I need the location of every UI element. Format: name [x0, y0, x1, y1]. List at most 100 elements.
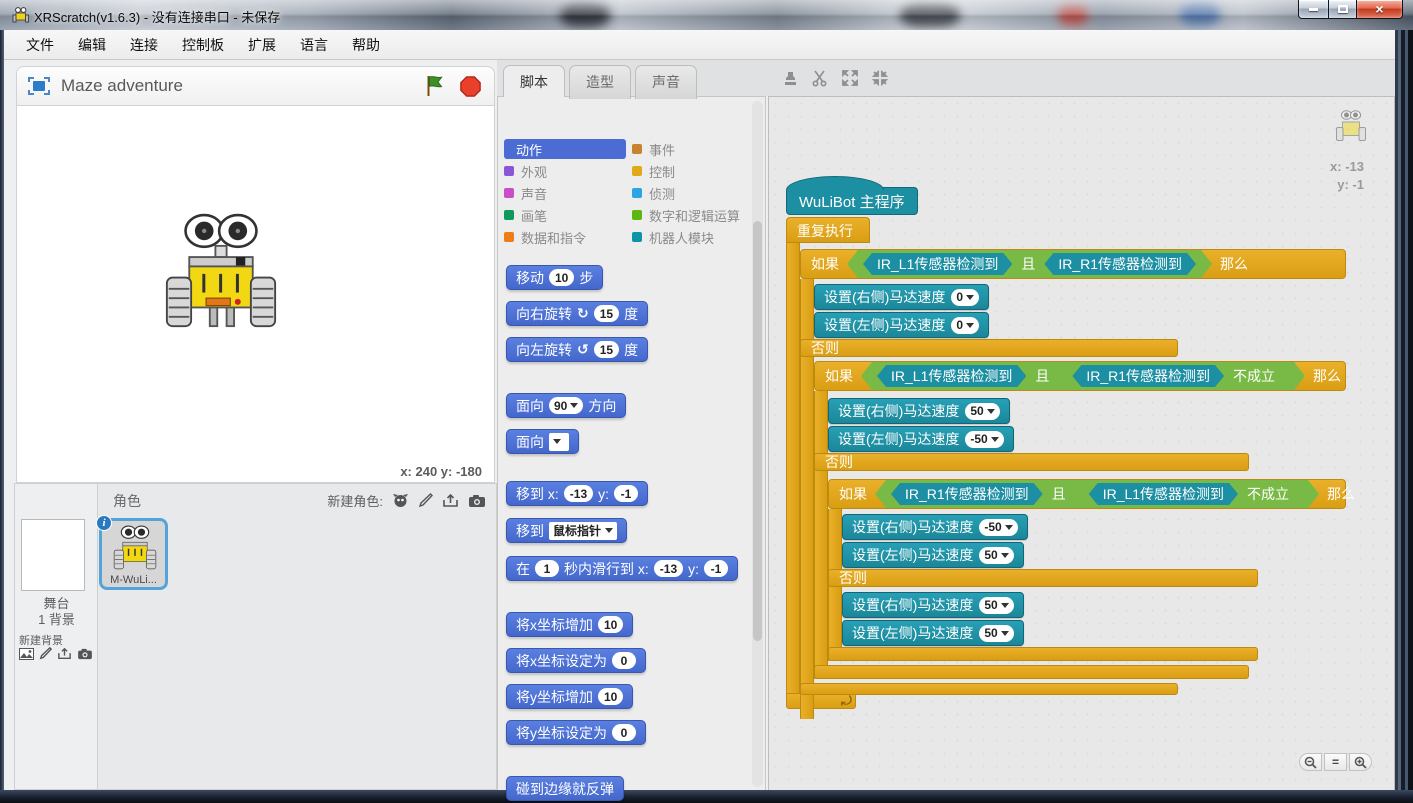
stage[interactable] — [16, 106, 495, 462]
category-pen[interactable]: 画笔 — [504, 205, 547, 225]
and-operator[interactable]: IR_L1传感器检测到 且 IR_R1传感器检测到 不成立 — [861, 362, 1305, 390]
turn-ccw-icon: ↺ — [577, 341, 589, 358]
goto-target-dropdown[interactable]: 鼠标指针 — [549, 522, 617, 540]
new-sprite-library-icon[interactable] — [392, 493, 409, 508]
stage-sprite-robot[interactable] — [165, 212, 277, 332]
and-operator[interactable]: IR_R1传感器检测到 且 IR_L1传感器检测到 不成立 — [875, 480, 1319, 508]
not-operator[interactable]: IR_L1传感器检测到 不成立 — [1075, 482, 1303, 506]
fullscreen-icon[interactable] — [27, 76, 51, 96]
speed-dropdown[interactable]: 50 — [979, 625, 1013, 642]
camera-sprite-icon[interactable] — [468, 494, 486, 508]
category-control[interactable]: 控制 — [632, 161, 675, 181]
palette-scrollbar[interactable] — [752, 101, 763, 787]
block-turn-left[interactable]: 向左旋转↺ 15度 — [506, 337, 648, 362]
paint-sprite-icon[interactable] — [418, 493, 433, 508]
speed-dropdown[interactable]: -50 — [965, 431, 1003, 448]
sprite-item-selected[interactable]: i M-WuLi... — [99, 518, 168, 590]
speed-dropdown[interactable]: 0 — [951, 289, 979, 306]
sensor-ir-l1[interactable]: IR_L1传感器检测到 — [863, 253, 1012, 275]
stage-thumbnail[interactable] — [21, 519, 85, 591]
sensor-ir-r1[interactable]: IR_R1传感器检测到 — [891, 483, 1043, 505]
sensor-ir-l1[interactable]: IR_L1传感器检测到 — [1089, 483, 1238, 505]
palette-scrollbar-thumb[interactable] — [753, 221, 762, 641]
sensor-ir-r1[interactable]: IR_R1传感器检测到 — [1044, 253, 1196, 275]
category-events[interactable]: 事件 — [632, 139, 675, 159]
backdrop-library-icon[interactable] — [19, 648, 34, 660]
category-data[interactable]: 数据和指令 — [504, 227, 586, 247]
hat-block-main-program[interactable]: WuLiBot 主程序 — [786, 187, 918, 215]
upload-sprite-icon[interactable] — [442, 493, 459, 508]
zoom-reset-button[interactable]: = — [1324, 753, 1347, 771]
set-left-motor-block[interactable]: 设置(左侧)马达速度 50 — [842, 620, 1024, 646]
set-left-motor-block[interactable]: 设置(左侧)马达速度 -50 — [828, 426, 1014, 452]
speed-dropdown[interactable]: -50 — [979, 519, 1017, 536]
if-block-1[interactable]: 如果 IR_L1传感器检测到 且 IR_R1传感器检测到 那么 — [800, 249, 1346, 279]
forever-block[interactable]: 重复执行 — [786, 217, 870, 243]
grow-icon[interactable] — [840, 68, 860, 88]
set-right-motor-block[interactable]: 设置(右侧)马达速度 50 — [842, 592, 1024, 618]
category-sound[interactable]: 声音 — [504, 183, 547, 203]
target-dropdown[interactable] — [549, 433, 569, 451]
zoom-controls: = — [1299, 753, 1372, 771]
speed-dropdown[interactable]: 50 — [979, 547, 1013, 564]
block-change-y[interactable]: 将y坐标增加10 — [506, 684, 633, 709]
block-bounce-on-edge[interactable]: 碰到边缘就反弹 — [506, 776, 624, 801]
scripts-pane[interactable]: x: -13 y: -1 WuLiBot 主程序 重复执行 ⤾ 如果 IR_L1… — [768, 96, 1395, 790]
set-right-motor-block[interactable]: 设置(右侧)马达速度 50 — [828, 398, 1010, 424]
menu-edit[interactable]: 编辑 — [68, 32, 116, 58]
shrink-icon[interactable] — [870, 68, 890, 88]
tab-sounds[interactable]: 声音 — [635, 65, 697, 99]
menu-language[interactable]: 语言 — [290, 32, 338, 58]
upload-backdrop-icon[interactable] — [57, 647, 72, 660]
tab-scripts[interactable]: 脚本 — [503, 65, 565, 97]
menu-extensions[interactable]: 扩展 — [238, 32, 286, 58]
duplicate-stamp-icon[interactable] — [780, 68, 800, 88]
block-set-y[interactable]: 将y坐标设定为0 — [506, 720, 646, 745]
block-set-x[interactable]: 将x坐标设定为0 — [506, 648, 646, 673]
close-button[interactable]: × — [1356, 0, 1403, 19]
camera-backdrop-icon[interactable] — [77, 648, 93, 660]
speed-dropdown[interactable]: 50 — [979, 597, 1013, 614]
block-move-steps[interactable]: 移动10步 — [506, 265, 603, 290]
delete-scissors-icon[interactable] — [810, 68, 830, 88]
zoom-out-button[interactable] — [1299, 753, 1322, 771]
category-robot[interactable]: 机器人模块 — [632, 227, 714, 247]
not-operator[interactable]: IR_R1传感器检测到 不成立 — [1058, 364, 1289, 388]
minimize-button[interactable] — [1298, 0, 1329, 19]
menu-help[interactable]: 帮助 — [342, 32, 390, 58]
category-operators[interactable]: 数字和逻辑运算 — [632, 205, 740, 225]
zoom-in-button[interactable] — [1349, 753, 1372, 771]
green-flag-icon[interactable] — [424, 74, 449, 98]
block-turn-right[interactable]: 向右旋转↻ 15度 — [506, 301, 648, 326]
set-right-motor-block[interactable]: 设置(右侧)马达速度 -50 — [842, 514, 1028, 540]
category-motion[interactable]: 动作 — [504, 139, 626, 159]
direction-dropdown[interactable]: 90 — [549, 397, 583, 414]
speed-dropdown[interactable]: 50 — [965, 403, 999, 420]
stop-icon[interactable] — [459, 75, 482, 98]
set-left-motor-block[interactable]: 设置(左侧)马达速度 0 — [814, 312, 989, 338]
if-block-2[interactable]: 如果 IR_L1传感器检测到 且 IR_R1传感器检测到 不成立 那么 — [814, 361, 1346, 391]
block-glide[interactable]: 在1 秒内滑行到 x:-13 y:-1 — [506, 556, 738, 581]
block-goto-xy[interactable]: 移到 x:-13 y:-1 — [506, 481, 648, 506]
block-point-direction[interactable]: 面向 90 方向 — [506, 393, 626, 418]
category-sensing[interactable]: 侦测 — [632, 183, 675, 203]
tab-costumes[interactable]: 造型 — [569, 65, 631, 99]
sprite-info-icon[interactable]: i — [96, 515, 112, 531]
sensor-ir-r1[interactable]: IR_R1传感器检测到 — [1072, 365, 1224, 387]
menu-file[interactable]: 文件 — [16, 32, 64, 58]
paint-backdrop-icon[interactable] — [39, 647, 52, 660]
maximize-button[interactable] — [1328, 0, 1357, 19]
menu-board[interactable]: 控制板 — [172, 32, 234, 58]
block-goto-mouse[interactable]: 移到 鼠标指针 — [506, 518, 627, 543]
block-point-towards[interactable]: 面向 — [506, 429, 579, 454]
category-looks[interactable]: 外观 — [504, 161, 547, 181]
if-block-3[interactable]: 如果 IR_R1传感器检测到 且 IR_L1传感器检测到 不成立 那么 — [828, 479, 1346, 509]
and-operator[interactable]: IR_L1传感器检测到 且 IR_R1传感器检测到 — [847, 250, 1212, 278]
block-change-x[interactable]: 将x坐标增加10 — [506, 612, 633, 637]
sensor-ir-l1[interactable]: IR_L1传感器检测到 — [877, 365, 1026, 387]
app-content: Maze adventure x — [4, 60, 1395, 790]
menu-connect[interactable]: 连接 — [120, 32, 168, 58]
speed-dropdown[interactable]: 0 — [951, 317, 979, 334]
set-right-motor-block[interactable]: 设置(右侧)马达速度 0 — [814, 284, 989, 310]
set-left-motor-block[interactable]: 设置(左侧)马达速度 50 — [842, 542, 1024, 568]
